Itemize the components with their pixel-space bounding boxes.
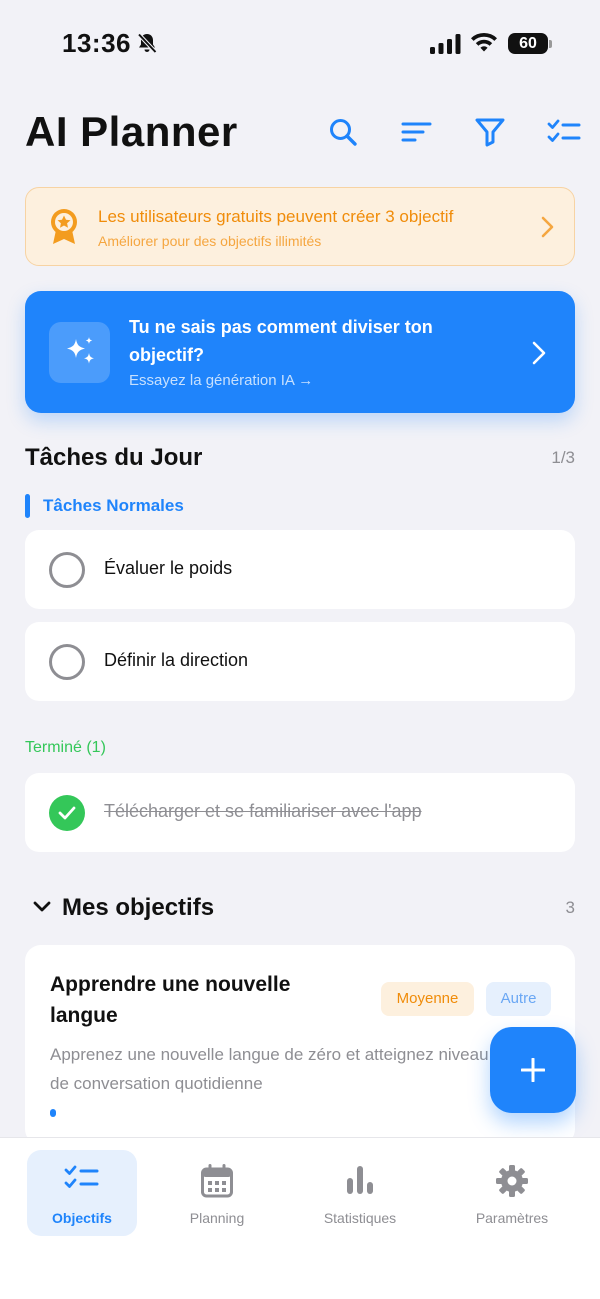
upgrade-banner[interactable]: Les utilisateurs gratuits peuvent créer … [25,187,575,266]
ai-generation-card[interactable]: Tu ne sais pas comment diviser ton objec… [25,291,575,413]
task-item[interactable]: Évaluer le poids [25,530,575,609]
tab-label: Paramètres [475,1210,549,1226]
add-objective-button[interactable] [490,1027,576,1113]
tab-planning[interactable]: Planning [162,1150,272,1236]
task-title: Évaluer le poids [104,558,233,578]
task-checkbox[interactable] [49,644,85,680]
tab-objectifs[interactable]: Objectifs [27,1150,137,1236]
tab-label: Planning [189,1210,245,1226]
chevron-down-icon[interactable] [33,898,51,921]
battery-cap [549,40,552,48]
task-title: Définir la direction [104,650,249,670]
sparkles-icon [49,322,110,383]
category-badge: Autre [486,982,551,1016]
upgrade-banner-subtitle: Améliorer pour des objectifs illimités [98,233,322,249]
task-checkbox-checked[interactable] [49,795,85,831]
objective-progress-bar [50,1109,56,1117]
priority-badge: Moyenne [381,982,474,1016]
normal-tasks-label-text: Tâches Normales [43,496,184,515]
tab-label: Objectifs [52,1210,112,1226]
section-marker [25,494,30,518]
checklist-icon[interactable] [547,116,581,148]
chevron-right-icon [531,341,547,370]
ai-card-title: Tu ne sais pas comment diviser ton objec… [129,317,433,365]
bell-muted-icon [136,32,158,59]
completed-task-item[interactable]: Télécharger et se familiariser avec l'ap… [25,773,575,852]
checklist-icon [64,1164,100,1197]
task-item[interactable]: Définir la direction [25,622,575,701]
gear-icon [495,1164,529,1203]
award-badge-icon [48,208,80,251]
objective-description: Apprenez une nouvelle langue de zéro et … [50,1045,489,1093]
upgrade-banner-title: Les utilisateurs gratuits peuvent créer … [98,207,454,226]
wifi-icon [470,32,498,59]
bar-chart-icon [345,1164,375,1201]
normal-tasks-label: Tâches Normales [25,494,184,518]
signal-icon [430,34,462,59]
objective-title: Apprendre une nouvelle langue [50,973,291,1027]
tab-label: Statistiques [323,1210,397,1226]
calendar-icon [201,1164,233,1203]
tab-statistiques[interactable]: Statistiques [305,1150,415,1236]
search-icon[interactable] [327,116,359,148]
status-time: 13:36 [62,28,131,58]
tab-parametres[interactable]: Paramètres [457,1150,567,1236]
tab-bar: Objectifs Planning Statistiques Paramètr… [0,1137,600,1299]
page-title: AI Planner [25,108,238,155]
ai-card-subtitle: Essayez la génération IA → [129,372,314,389]
battery-indicator: 60 [508,33,548,54]
completed-section-label: Terminé (1) [25,739,106,756]
today-task-count: 1/3 [551,448,575,467]
objectives-section-title[interactable]: Mes objectifs [62,894,214,922]
chevron-right-icon [540,216,554,243]
status-bar: 13:36 60 [0,0,600,90]
plus-icon [521,1058,545,1082]
sort-icon[interactable] [401,116,433,148]
today-section-title: Tâches du Jour [25,444,203,471]
task-checkbox[interactable] [49,552,85,588]
filter-icon[interactable] [474,116,506,148]
objectives-count: 3 [565,898,575,917]
task-title: Télécharger et se familiariser avec l'ap… [104,801,422,821]
